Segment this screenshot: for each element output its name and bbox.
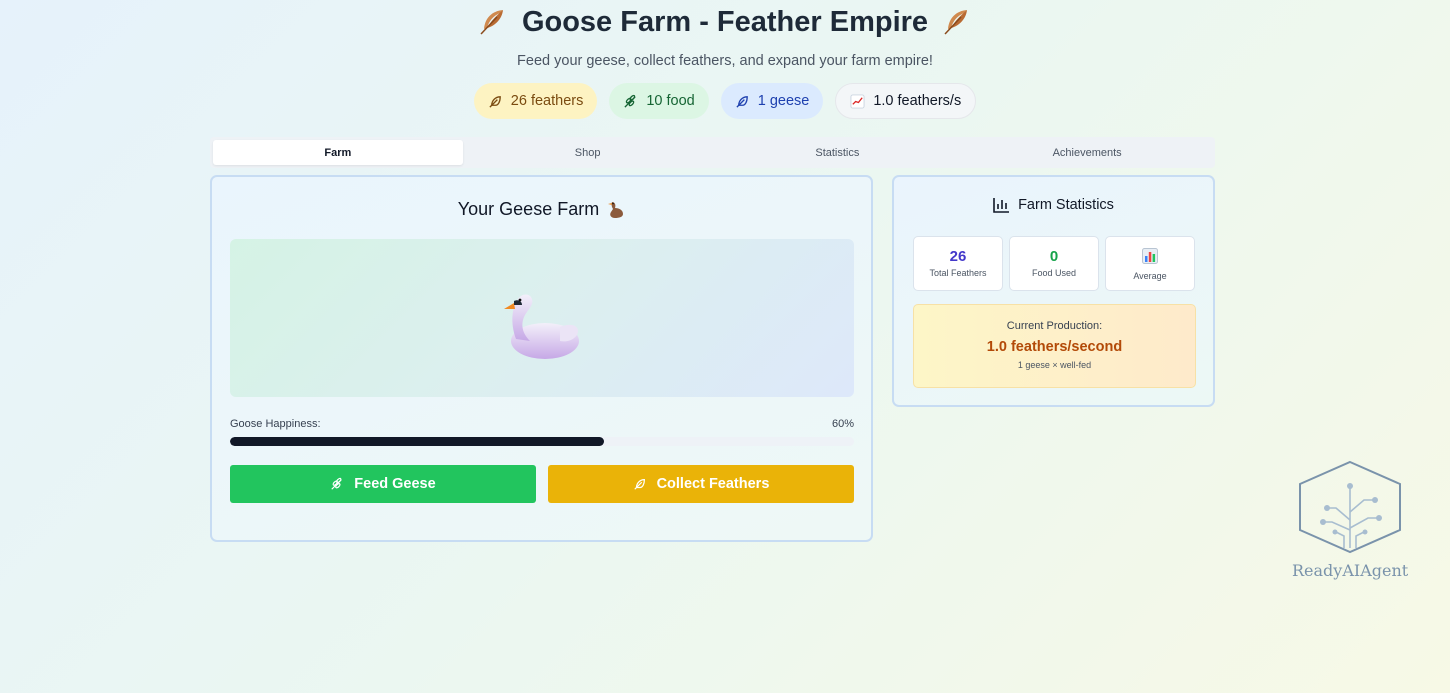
- happiness-row: Goose Happiness: 60%: [230, 418, 854, 430]
- production-label: Current Production:: [1006, 320, 1103, 332]
- page-title: Goose Farm - Feather Empire: [521, 5, 929, 38]
- farm-statistics-panel: Farm Statistics 26 Total Feathers 0 Food…: [892, 175, 1215, 407]
- total-feathers-card: 26 Total Feathers: [913, 236, 1003, 291]
- happiness-value: 60%: [831, 418, 854, 430]
- food-used-card: 0 Food Used: [1009, 236, 1099, 291]
- feather-icon: [480, 10, 503, 35]
- collect-feathers-button[interactable]: Collect Feathers: [548, 465, 854, 503]
- wheat-icon: [331, 477, 343, 490]
- swan-icon[interactable]: [500, 287, 582, 363]
- current-production-box: Current Production: 1.0 feathers/second …: [913, 304, 1196, 388]
- feathers-badge: 26 feathers: [473, 83, 598, 119]
- bar-chart-emoji-icon: [1142, 248, 1158, 264]
- geese-badge: 1 geese: [720, 83, 824, 119]
- rate-badge: 1.0 feathers/s: [835, 83, 977, 119]
- resource-bar: 26 feathers 10 food 1 geese 1.0 feathers…: [0, 83, 1450, 119]
- feather-icon: [944, 10, 968, 35]
- tab-statistics[interactable]: Statistics: [713, 140, 963, 165]
- wheat-icon: [624, 94, 636, 108]
- tab-achievements[interactable]: Achievements: [962, 140, 1212, 165]
- page-header: Goose Farm - Feather Empire Feed your ge…: [0, 0, 1450, 119]
- page-title-row: Goose Farm - Feather Empire: [0, 4, 1450, 40]
- happiness-progress-bar: [230, 437, 854, 446]
- stats-title: Farm Statistics: [1018, 197, 1114, 213]
- farm-title-row: Your Geese Farm: [212, 199, 871, 220]
- feed-geese-label: Feed Geese: [354, 476, 436, 492]
- production-note: 1 geese × well-fed: [1017, 360, 1092, 370]
- watermark-logo-icon: [1299, 460, 1401, 554]
- watermark: ReadyAIAgent: [1292, 460, 1408, 580]
- tab-bar: Farm Shop Statistics Achievements: [210, 137, 1215, 168]
- average-label: Average: [1133, 271, 1167, 281]
- farm-title: Your Geese Farm: [457, 199, 600, 219]
- trending-up-icon: [850, 93, 865, 109]
- geese-count: 1 geese: [757, 93, 810, 109]
- feather-icon: [633, 479, 645, 490]
- feed-geese-button[interactable]: Feed Geese: [230, 465, 536, 503]
- food-count: 10 food: [646, 93, 695, 109]
- rate-value: 1.0 feathers/s: [873, 93, 962, 109]
- total-feathers-label: Total Feathers: [929, 268, 987, 278]
- watermark-text: ReadyAIAgent: [1292, 561, 1409, 580]
- collect-feathers-label: Collect Feathers: [656, 476, 770, 492]
- goose-icon: [608, 201, 624, 218]
- average-card: Average: [1105, 236, 1195, 291]
- farm-panel: Your Geese Farm Goose Happiness: 60% Fee…: [210, 175, 873, 542]
- food-used-label: Food Used: [1031, 268, 1077, 278]
- happiness-progress-fill: [230, 437, 605, 446]
- feather-icon: [489, 95, 501, 108]
- stats-title-row: Farm Statistics: [894, 197, 1213, 213]
- page-subtitle: Feed your geese, collect feathers, and e…: [517, 53, 933, 69]
- average-value: [1106, 248, 1194, 268]
- production-value: 1.0 feathers/second: [986, 339, 1123, 355]
- total-feathers-value: 26: [949, 248, 967, 265]
- bar-chart-icon: [993, 198, 1010, 213]
- tab-shop[interactable]: Shop: [463, 140, 713, 165]
- tab-farm[interactable]: Farm: [213, 140, 463, 165]
- stat-cards: 26 Total Feathers 0 Food Used Average: [913, 236, 1195, 291]
- food-used-value: 0: [1049, 248, 1059, 265]
- bird-icon: [736, 95, 748, 108]
- farm-area: [230, 239, 854, 397]
- happiness-label: Goose Happiness:: [230, 418, 321, 430]
- feathers-count: 26 feathers: [510, 93, 584, 109]
- food-badge: 10 food: [609, 83, 709, 119]
